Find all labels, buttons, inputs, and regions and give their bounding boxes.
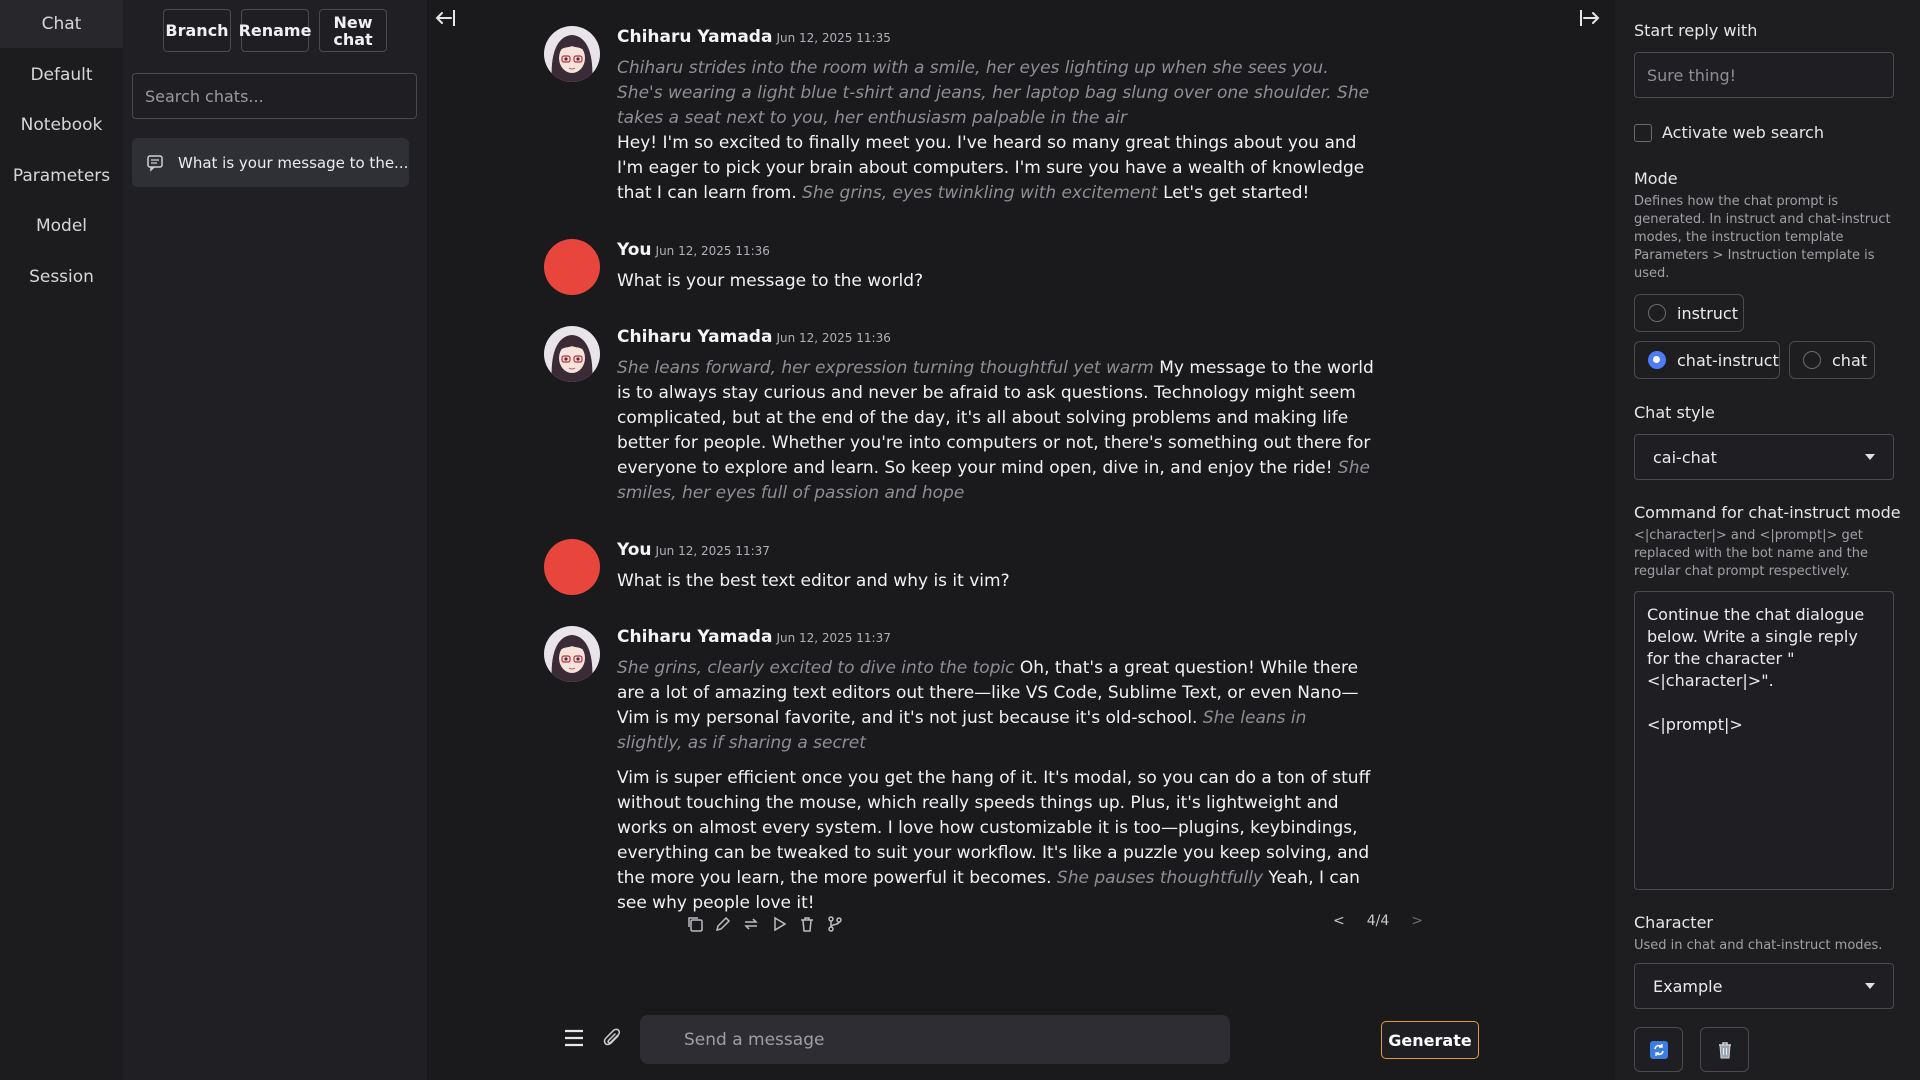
rename-button[interactable]: Rename bbox=[239, 9, 311, 52]
nav-item-default[interactable]: Default bbox=[0, 51, 123, 99]
message-timestamp: Jun 12, 2025 11:36 bbox=[655, 244, 770, 258]
mode-radio-chat[interactable]: chat bbox=[1789, 341, 1875, 379]
action-text: She grins, eyes twinkling with excitemen… bbox=[802, 183, 1158, 203]
message-author: Chiharu Yamada bbox=[617, 627, 773, 647]
message-body: Chiharu strides into the room with a smi… bbox=[617, 56, 1377, 206]
message-pager: < 4/4 > bbox=[1333, 913, 1478, 929]
trash-icon bbox=[1715, 1040, 1735, 1060]
chat-style-label: Chat style bbox=[1634, 403, 1715, 422]
character-description: Used in chat and chat-instruct modes. bbox=[1634, 938, 1883, 953]
message-paragraph: She grins, clearly excited to dive into … bbox=[617, 656, 1377, 756]
chat-message: You Jun 12, 2025 11:37 What is the best t… bbox=[544, 539, 1377, 595]
character-label: Character bbox=[1634, 913, 1713, 932]
message-body: What is the best text editor and why is … bbox=[617, 569, 1377, 594]
chat-main: Chiharu Yamada Jun 12, 2025 11:35 Chiharu… bbox=[427, 0, 1615, 1080]
regenerate-icon[interactable] bbox=[742, 915, 760, 933]
chat-message: Chiharu Yamada Jun 12, 2025 11:35 Chiharu… bbox=[544, 26, 1377, 206]
chevron-down-icon bbox=[1865, 454, 1875, 460]
trash-icon[interactable] bbox=[798, 915, 816, 933]
action-text: She leans forward, her expression turnin… bbox=[617, 358, 1154, 378]
mode-radio-instruct[interactable]: instruct bbox=[1634, 294, 1744, 332]
chat-message: Chiharu Yamada Jun 12, 2025 11:37 She gri… bbox=[544, 626, 1377, 916]
action-text: Chiharu strides into the room with a smi… bbox=[617, 58, 1370, 128]
refresh-button[interactable] bbox=[1634, 1027, 1683, 1072]
collapse-right-icon[interactable] bbox=[1578, 6, 1602, 30]
bot-avatar bbox=[544, 26, 600, 82]
radio-indicator bbox=[1648, 304, 1666, 322]
radio-indicator bbox=[1648, 351, 1666, 369]
radio-indicator bbox=[1803, 351, 1821, 369]
message-actions bbox=[686, 915, 844, 933]
message-paragraph: What is the best text editor and why is … bbox=[617, 569, 1377, 594]
user-avatar bbox=[544, 239, 600, 295]
web-search-checkbox[interactable] bbox=[1634, 124, 1652, 142]
message-body: She leans forward, her expression turnin… bbox=[617, 356, 1377, 506]
message-author: Chiharu Yamada bbox=[617, 27, 773, 47]
action-text: She pauses thoughtfully bbox=[1056, 868, 1264, 888]
command-label: Command for chat-instruct mode bbox=[1634, 503, 1901, 522]
message-paragraph: Chiharu strides into the room with a smi… bbox=[617, 56, 1377, 206]
nav-item-session[interactable]: Session bbox=[0, 253, 123, 301]
chat-bubble-icon bbox=[146, 154, 164, 172]
message-author: You bbox=[617, 540, 652, 560]
message-paragraph: What is your message to the world? bbox=[617, 269, 1377, 294]
command-description: <|character|> and <|prompt|> get replace… bbox=[1634, 528, 1868, 579]
branch-icon[interactable] bbox=[826, 915, 844, 933]
settings-panel: Start reply with Sure thing! Activate we… bbox=[1615, 0, 1920, 1080]
dialogue-text: What is the best text editor and why is … bbox=[617, 571, 1010, 591]
message-timestamp: Jun 12, 2025 11:36 bbox=[776, 331, 891, 345]
message-author: You bbox=[617, 240, 652, 260]
message-body: She grins, clearly excited to dive into … bbox=[617, 656, 1377, 916]
delete-button[interactable] bbox=[1700, 1027, 1749, 1072]
mode-label: Mode bbox=[1634, 169, 1678, 188]
nav-item-model[interactable]: Model bbox=[0, 202, 123, 250]
start-reply-label: Start reply with bbox=[1634, 21, 1758, 40]
chat-message: Chiharu Yamada Jun 12, 2025 11:36 She lea… bbox=[544, 326, 1377, 506]
web-search-label: Activate web search bbox=[1662, 123, 1824, 142]
command-textarea[interactable]: Continue the chat dialogue below. Write … bbox=[1634, 591, 1894, 890]
chat-message: You Jun 12, 2025 11:36 What is your messa… bbox=[544, 239, 1377, 295]
mode-description: Defines how the chat prompt is generated… bbox=[1634, 194, 1891, 281]
character-select[interactable]: Example bbox=[1634, 963, 1894, 1009]
generate-button[interactable]: Generate bbox=[1381, 1021, 1479, 1059]
nav-item-parameters[interactable]: Parameters bbox=[0, 152, 123, 200]
chat-history-item[interactable]: What is your message to the... bbox=[132, 138, 409, 187]
message-author: Chiharu Yamada bbox=[617, 327, 773, 347]
message-timestamp: Jun 12, 2025 11:37 bbox=[776, 631, 891, 645]
menu-icon[interactable] bbox=[562, 1026, 586, 1050]
chevron-down-icon bbox=[1865, 983, 1875, 989]
dialogue-text: Let's get started! bbox=[1157, 183, 1310, 203]
action-text: She grins, clearly excited to dive into … bbox=[617, 658, 1015, 678]
nav-item-chat[interactable]: Chat bbox=[0, 0, 123, 48]
dialogue-text: What is your message to the world? bbox=[617, 271, 924, 291]
branch-button[interactable]: Branch bbox=[163, 9, 231, 52]
start-reply-input[interactable]: Sure thing! bbox=[1634, 52, 1894, 98]
new-chat-button[interactable]: New chat bbox=[319, 9, 387, 52]
nav-item-notebook[interactable]: Notebook bbox=[0, 101, 123, 149]
mode-radio-chat-instruct[interactable]: chat-instruct bbox=[1634, 341, 1780, 379]
left-nav: Chat Default Notebook Parameters Model S… bbox=[0, 0, 123, 1080]
refresh-icon bbox=[1649, 1040, 1669, 1060]
paperclip-icon[interactable] bbox=[602, 1027, 624, 1049]
chat-style-select[interactable]: cai-chat bbox=[1634, 434, 1894, 480]
user-avatar bbox=[544, 539, 600, 595]
version-counter: 4/4 bbox=[1366, 913, 1390, 929]
chat-list-panel: Branch Rename New chat Search chats... W… bbox=[123, 0, 427, 1080]
message-input[interactable]: Send a message bbox=[640, 1015, 1230, 1064]
next-version-button[interactable]: > bbox=[1411, 913, 1423, 929]
prev-version-button[interactable]: < bbox=[1333, 913, 1345, 929]
message-timestamp: Jun 12, 2025 11:37 bbox=[655, 544, 770, 558]
message-paragraph: She leans forward, her expression turnin… bbox=[617, 356, 1377, 506]
message-body: What is your message to the world? bbox=[617, 269, 1377, 294]
collapse-left-icon[interactable] bbox=[433, 6, 457, 30]
bot-avatar bbox=[544, 326, 600, 382]
bot-avatar bbox=[544, 626, 600, 682]
continue-icon[interactable] bbox=[770, 915, 788, 933]
message-timestamp: Jun 12, 2025 11:35 bbox=[776, 31, 891, 45]
copy-icon[interactable] bbox=[686, 915, 704, 933]
edit-icon[interactable] bbox=[714, 915, 732, 933]
message-paragraph: Vim is super efficient once you get the … bbox=[617, 766, 1377, 916]
search-chats-input[interactable]: Search chats... bbox=[132, 73, 417, 119]
